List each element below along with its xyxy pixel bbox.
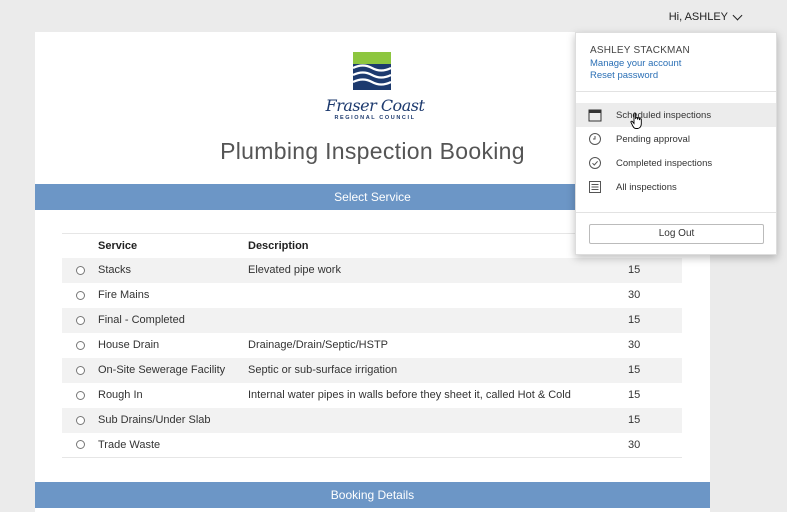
service-name: Final - Completed [98,307,248,333]
menu-item-label: Pending approval [616,133,690,145]
service-value: 15 [628,407,682,433]
service-table: Service Description Stacks Elevated pipe… [62,233,682,458]
table-row[interactable]: Fire Mains 30 [62,283,682,308]
service-description [248,283,628,308]
menu-item-completed-inspections[interactable]: Completed inspections [576,151,776,175]
menu-divider [576,91,776,92]
logo-mark-icon [353,52,391,90]
service-name: House Drain [98,339,160,351]
logo-name: Fraser Coast [325,96,425,115]
service-column-header: Service [98,233,248,258]
service-description: Internal water pipes in walls before the… [248,389,571,401]
council-logo: Fraser Coast REGIONAL COUNCIL [315,52,435,132]
service-value: 15 [628,257,682,283]
service-radio[interactable] [75,415,85,425]
service-name: On-Site Sewerage Facility [98,357,248,383]
service-value: 15 [628,357,682,383]
description-column-header: Description [248,233,628,258]
logo-subtitle: REGIONAL COUNCIL [334,115,416,121]
table-row[interactable]: On-Site Sewerage Facility Septic or sub-… [62,357,682,383]
service-description [248,307,628,333]
hand-cursor-icon [630,112,642,129]
logout-button[interactable]: Log Out [589,224,764,244]
user-full-name: ASHLEY STACKMAN [590,45,690,56]
table-row[interactable]: Sub Drains/Under Slab 15 [62,407,682,433]
service-description: Septic or sub-surface irrigation [248,357,628,383]
service-value: 30 [628,339,641,351]
service-name: Rough In [98,389,143,401]
service-value: 30 [628,289,641,301]
chevron-down-icon [732,10,743,20]
service-radio[interactable] [75,290,85,300]
service-description: Drainage/Drain/Septic/HSTP [248,339,389,351]
user-dropdown-menu: ASHLEY STACKMAN Manage your account Rese… [575,32,777,255]
table-row[interactable]: Rough In Internal water pipes in walls b… [62,383,682,408]
menu-item-label: All inspections [616,181,677,193]
table-row[interactable]: Final - Completed 15 [62,307,682,333]
service-name: Sub Drains/Under Slab [98,407,248,433]
manage-account-link[interactable]: Manage your account [590,58,681,69]
service-description: Elevated pipe work [248,257,628,283]
radio-column-header [62,233,98,258]
service-name: Trade Waste [98,432,248,458]
service-name: Stacks [98,257,248,283]
list-icon [589,181,601,193]
service-radio[interactable] [75,265,85,275]
service-radio[interactable] [75,340,85,350]
calendar-icon [588,109,602,122]
user-menu-toggle[interactable]: Hi, ASHLEY [668,10,743,23]
reset-password-link[interactable]: Reset password [590,70,658,81]
user-greeting: Hi, ASHLEY [668,11,728,23]
table-row[interactable]: Trade Waste 30 [62,432,682,458]
service-radio[interactable] [75,440,85,450]
booking-details-header: Booking Details [35,482,710,508]
menu-item-scheduled-inspections[interactable]: Scheduled inspections [576,103,776,127]
menu-item-all-inspections[interactable]: All inspections [576,175,776,199]
service-value: 15 [628,307,682,333]
service-value: 30 [628,432,682,458]
check-circle-icon [589,157,601,169]
service-radio[interactable] [75,365,85,375]
menu-item-pending-approval[interactable]: Pending approval [576,127,776,151]
clock-icon [589,133,601,145]
top-bar: Hi, ASHLEY [0,0,787,32]
service-description [248,407,628,433]
service-value: 15 [628,389,641,401]
menu-item-label: Completed inspections [616,157,713,169]
table-row[interactable]: Stacks Elevated pipe work 15 [62,257,682,283]
service-description [248,432,628,458]
service-radio[interactable] [75,390,85,400]
service-radio[interactable] [75,315,85,325]
table-row[interactable]: House Drain Drainage/Drain/Septic/HSTP 3… [62,333,682,358]
menu-divider [576,212,776,213]
service-name: Fire Mains [98,289,150,301]
